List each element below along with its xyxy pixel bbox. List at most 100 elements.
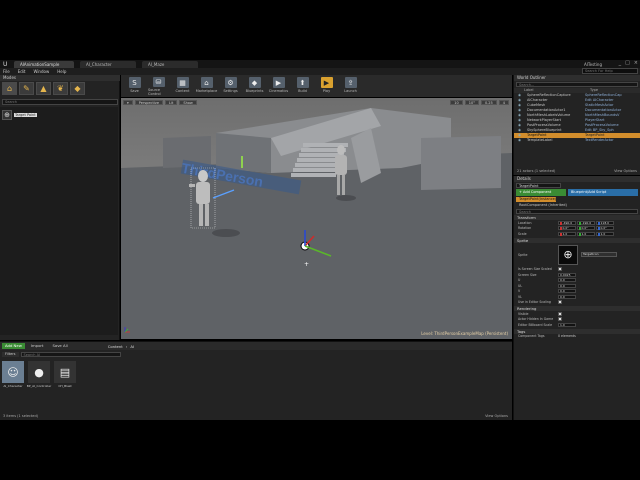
tab-ai-character[interactable]: AI_Character (80, 61, 136, 68)
target-sprite-icon[interactable]: ⊕ (558, 244, 578, 265)
outliner-rows: ◉ SphereReflectionCapture SphereReflection… (514, 93, 640, 143)
launch-button[interactable]: ⇪ Launch (340, 77, 361, 96)
lit-button[interactable]: Lit (165, 100, 178, 105)
save-button[interactable]: S Save (124, 77, 145, 96)
outliner-row-label: TemplateLabel (527, 138, 553, 142)
actor-name-field[interactable]: TargetPoint (516, 183, 561, 188)
add-component-button[interactable]: + Add Component (516, 189, 566, 196)
location-z[interactable]: 118.0 (596, 220, 614, 225)
rotation-x[interactable]: 0.0° (558, 226, 576, 231)
minimize-button[interactable]: _ (619, 60, 622, 68)
content-view-options[interactable]: View Options (485, 414, 508, 418)
mode-icons: ⌂ ✎ ▲ ❦ ◆ (2, 82, 85, 95)
launch-icon: ⇪ (344, 77, 357, 88)
tab-main[interactable]: AIAnimationSample (14, 61, 74, 68)
import-button[interactable]: Import (28, 343, 47, 349)
maximize-button[interactable]: □ (625, 60, 630, 68)
rotation-z[interactable]: 0.0° (596, 226, 614, 231)
unreal-logo-icon: U (3, 61, 11, 68)
target-point-label: Target Point (14, 113, 37, 117)
property-value[interactable]: 0.0 (558, 289, 576, 294)
blueprint-add-script-button[interactable]: Blueprint/Add Script (568, 189, 638, 196)
camera-speed-button[interactable]: 4 (498, 100, 509, 105)
filters-button[interactable]: Filters (2, 352, 19, 357)
play-button[interactable]: ▶ Play (316, 77, 337, 96)
settings-button[interactable]: ⚙ Settings (220, 77, 241, 96)
blueprints-button[interactable]: ◆ Blueprints (244, 77, 265, 96)
content-browser-toolbar: Add New Import Save All Content › AI (0, 342, 512, 350)
show-button[interactable]: Show (179, 100, 197, 105)
property-value[interactable]: 1.0 (558, 322, 576, 327)
asset-thumbnail-icon: ☺ (2, 361, 24, 383)
blueprint-icon: ◆ (248, 77, 261, 88)
menu-edit[interactable]: Edit (18, 68, 26, 75)
source-control-icon: ⛁ (152, 77, 165, 87)
build-button[interactable]: ⬆ Build (292, 77, 313, 96)
details-panel: Details TargetPoint + Add Component Blue… (513, 176, 640, 420)
content-button[interactable]: ▦ Content (172, 77, 193, 96)
details-title: Details (514, 176, 640, 182)
list-item-target-point[interactable]: ⊕ Target Point (2, 110, 37, 120)
component-tags-value: 0 elements (558, 334, 576, 339)
viewport-options-button[interactable]: ▾ (123, 100, 133, 105)
modes-search-input[interactable]: Search (2, 99, 118, 105)
property-checkbox[interactable] (558, 300, 562, 305)
close-button[interactable]: × (634, 60, 638, 68)
menu-window[interactable]: Window (33, 68, 49, 75)
asset-thumbnail-icon: ● (28, 361, 50, 383)
cinematics-button[interactable]: ▶ Cinematics (268, 77, 289, 96)
world-outliner-title: World Outliner (514, 75, 640, 81)
source-control-button[interactable]: ⛁ Source Control (148, 77, 169, 96)
scale-y[interactable]: 1.0 (577, 231, 595, 236)
place-mode-icon[interactable]: ⌂ (2, 82, 17, 95)
property-checkbox[interactable] (558, 317, 562, 322)
location-y[interactable]: -190.0 (577, 220, 595, 225)
scale-snap-button[interactable]: 0.25 (480, 100, 497, 105)
location-x[interactable]: -490.0 (558, 220, 576, 225)
property-checkbox[interactable] (558, 311, 562, 316)
breadcrumb-ai[interactable]: AI (130, 344, 134, 349)
save-all-button[interactable]: Save All (49, 343, 70, 349)
outliner-search-input[interactable]: Search... (516, 82, 638, 87)
property-checkbox[interactable] (558, 267, 562, 272)
menu-help[interactable]: Help (57, 68, 66, 75)
foliage-mode-icon[interactable]: ❦ (53, 82, 68, 95)
component-self-row[interactable]: TargetPoint(Instance) (516, 197, 556, 202)
property-row: Use in Editor Scaling (514, 300, 640, 306)
property-value[interactable]: 0.0 (558, 278, 576, 283)
perspective-button[interactable]: Perspective (134, 100, 164, 105)
property-label: Use in Editor Scaling (518, 300, 551, 305)
paint-mode-icon[interactable]: ✎ (19, 82, 34, 95)
chevron-right-icon: › (125, 343, 128, 349)
asset-tile[interactable]: ▤ CH_Blast (54, 361, 76, 388)
menu-file[interactable]: File (3, 68, 10, 75)
content-search-input[interactable]: Search AI (20, 352, 121, 357)
details-search-input[interactable]: Search (516, 209, 638, 214)
modes-list: ⊕ Target Point (0, 107, 118, 335)
asset-tile[interactable]: ☺ AI_Character (2, 361, 24, 388)
asset-tile[interactable]: ● BP_AI_Controller (27, 361, 51, 388)
grid-snap-button[interactable]: 10 (450, 100, 463, 105)
breadcrumb-content[interactable]: Content (108, 344, 123, 349)
component-root-row[interactable]: RootComponent (Inherited) (516, 203, 638, 208)
outliner-row[interactable]: ◉ TemplateLabel TextRenderActor (514, 138, 640, 143)
modes-panel: Modes ⌂ ✎ ▲ ❦ ◆ Search ⊕ Target Point (0, 75, 120, 340)
add-new-button[interactable]: Add New (2, 343, 25, 349)
rotation-y[interactable]: 0.0° (577, 226, 595, 231)
property-value[interactable]: 0.0 (558, 294, 576, 299)
level-viewport[interactable]: ThirdPerson + ▾ Perspective Lit Show 10 … (121, 98, 512, 339)
scale-z[interactable]: 1.0 (596, 231, 614, 236)
tab-ai-maze[interactable]: AI_Maze (142, 61, 198, 68)
property-value[interactable]: 0.0 (558, 283, 576, 288)
rotation-snap-button[interactable]: 10° (464, 100, 479, 105)
geometry-mode-icon[interactable]: ◆ (70, 82, 85, 95)
breadcrumb: Content › AI (108, 344, 134, 349)
property-label: U (518, 278, 521, 283)
help-search-input[interactable]: Search For Help (582, 68, 638, 74)
scale-x[interactable]: 1.0 (558, 231, 576, 236)
sprite-dropdown[interactable]: TargetIcon (581, 252, 617, 257)
property-value[interactable]: 0.0025 (558, 272, 576, 277)
outliner-view-options[interactable]: View Options (614, 169, 637, 173)
landscape-mode-icon[interactable]: ▲ (36, 82, 51, 95)
marketplace-button[interactable]: ⌂ Marketplace (196, 77, 217, 96)
